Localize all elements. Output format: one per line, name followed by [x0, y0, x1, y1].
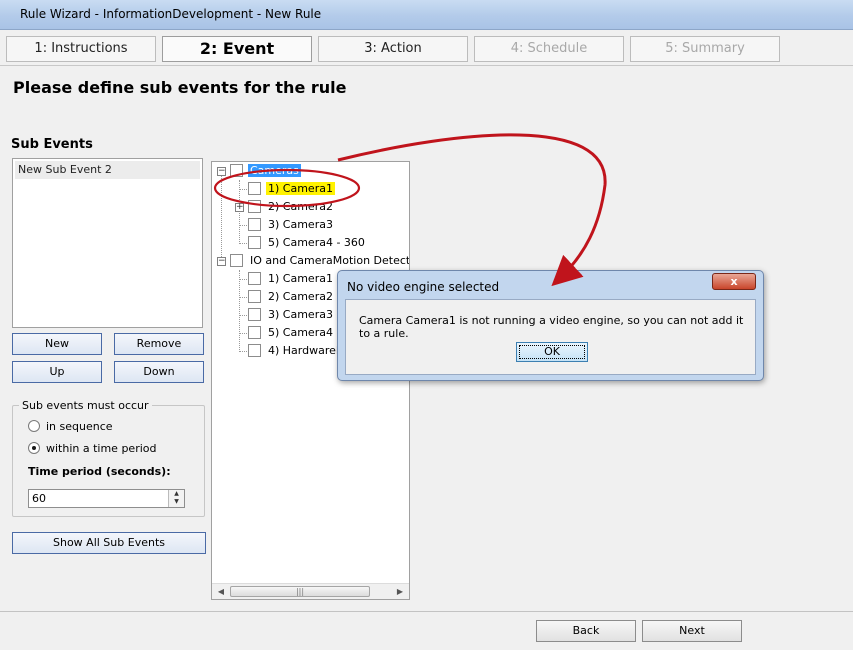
time-period-input[interactable]: 60 ▲ ▼: [28, 489, 185, 508]
checkbox[interactable]: [248, 290, 261, 303]
expand-icon[interactable]: +: [235, 203, 244, 212]
horizontal-scrollbar[interactable]: ◀ ||| ▶: [212, 583, 409, 599]
radio-label: in sequence: [46, 420, 113, 433]
checkbox[interactable]: [230, 254, 243, 267]
radio-within-time-period[interactable]: within a time period: [28, 442, 157, 455]
spin-up-icon[interactable]: ▲: [169, 490, 184, 498]
checkbox[interactable]: [248, 308, 261, 321]
ok-button[interactable]: OK: [516, 342, 588, 362]
collapse-icon[interactable]: −: [217, 167, 226, 176]
checkbox[interactable]: [248, 236, 261, 249]
checkbox[interactable]: [248, 218, 261, 231]
list-item[interactable]: New Sub Event 2: [15, 161, 200, 179]
dialog-body: Camera Camera1 is not running a video en…: [345, 299, 756, 375]
checkbox[interactable]: [230, 164, 243, 177]
occur-group-title: Sub events must occur: [19, 399, 152, 412]
down-button[interactable]: Down: [114, 361, 204, 383]
tab-summary: 5: Summary: [630, 36, 780, 62]
spin-down-icon[interactable]: ▼: [169, 498, 184, 506]
tree-connector: [239, 270, 240, 352]
dialog-message: Camera Camera1 is not running a video en…: [359, 314, 744, 340]
tree-node-io-camera3[interactable]: 3) Camera3: [248, 307, 335, 323]
window-title: Rule Wizard - InformationDevelopment - N…: [20, 7, 322, 21]
collapse-icon[interactable]: −: [217, 257, 226, 266]
radio-checked-icon: [28, 442, 40, 454]
wizard-tabs: 1: Instructions 2: Event 3: Action 4: Sc…: [0, 30, 853, 66]
sub-events-label: Sub Events: [11, 137, 93, 152]
page-heading: Please define sub events for the rule: [13, 78, 347, 97]
scroll-thumb[interactable]: |||: [230, 586, 370, 597]
tab-event[interactable]: 2: Event: [162, 36, 312, 62]
time-period-label: Time period (seconds):: [28, 465, 171, 478]
remove-button[interactable]: Remove: [114, 333, 204, 355]
tab-schedule: 4: Schedule: [474, 36, 624, 62]
scroll-right-icon[interactable]: ▶: [392, 584, 408, 599]
dialog-title: No video engine selected: [347, 280, 500, 294]
tree-node-camera4-360[interactable]: 5) Camera4 - 360: [248, 235, 367, 251]
radio-label: within a time period: [46, 442, 157, 455]
show-all-sub-events-button[interactable]: Show All Sub Events: [12, 532, 206, 554]
radio-circle-icon: [28, 420, 40, 432]
checkbox[interactable]: [248, 272, 261, 285]
tree-node-io-motion[interactable]: IO and CameraMotion Detection: [230, 253, 409, 269]
tree-node-io-camera2[interactable]: 2) Camera2: [248, 289, 335, 305]
sub-events-list[interactable]: New Sub Event 2: [12, 158, 203, 328]
tab-instructions[interactable]: 1: Instructions: [6, 36, 156, 62]
tab-action[interactable]: 3: Action: [318, 36, 468, 62]
tree-node-camera1[interactable]: 1) Camera1: [248, 181, 335, 197]
next-button[interactable]: Next: [642, 620, 742, 642]
close-icon[interactable]: x: [712, 273, 756, 290]
checkbox[interactable]: [248, 326, 261, 339]
back-button[interactable]: Back: [536, 620, 636, 642]
message-dialog: No video engine selected x Camera Camera…: [337, 270, 764, 381]
new-button[interactable]: New: [12, 333, 102, 355]
tree-node-hardware[interactable]: 4) HardwareD: [248, 343, 346, 359]
scroll-left-icon[interactable]: ◀: [213, 584, 229, 599]
spin-buttons[interactable]: ▲ ▼: [168, 490, 184, 507]
title-bar: Rule Wizard - InformationDevelopment - N…: [0, 0, 853, 30]
tree-connector: [221, 176, 222, 261]
tree-node-camera2[interactable]: 2) Camera2: [248, 199, 335, 215]
tree-node-cameras[interactable]: Cameras: [230, 163, 301, 179]
checkbox[interactable]: [248, 182, 261, 195]
tree-node-camera3[interactable]: 3) Camera3: [248, 217, 335, 233]
up-button[interactable]: Up: [12, 361, 102, 383]
tree-node-io-camera1[interactable]: 1) Camera1: [248, 271, 335, 287]
checkbox[interactable]: [248, 344, 261, 357]
radio-in-sequence[interactable]: in sequence: [28, 420, 113, 433]
time-period-value: 60: [32, 492, 46, 505]
checkbox[interactable]: [248, 200, 261, 213]
wizard-footer: Back Next: [0, 611, 853, 650]
